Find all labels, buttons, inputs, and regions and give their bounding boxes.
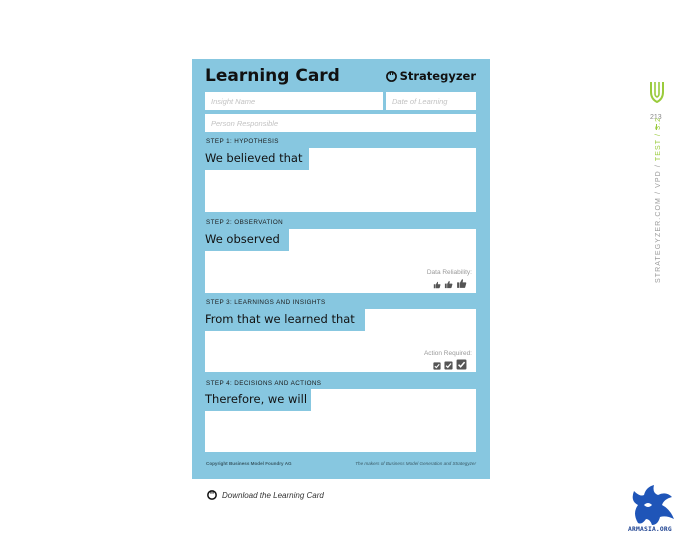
section-breadcrumb: STRATEGYZER.COM / VPD / TEST / 3.2 [655, 117, 662, 283]
step-3-label: STEP 3: LEARNINGS AND INSIGHTS [206, 299, 326, 306]
thumbs-up-medium-icon[interactable] [444, 280, 453, 289]
brand-name: Strategyzer [399, 69, 476, 83]
strategyzer-download-icon [207, 490, 217, 500]
hypothesis-box[interactable]: We believed that [205, 148, 476, 212]
observation-box[interactable]: We observed Data Reliability: [205, 229, 476, 293]
download-learning-card-link[interactable]: Download the Learning Card [207, 490, 324, 500]
decisions-heading-tab: Therefore, we will [205, 389, 311, 411]
step-4-label: STEP 4: DECISIONS AND ACTIONS [206, 380, 322, 387]
insight-name-field[interactable]: Insight Name [205, 92, 383, 110]
action-required-rating [433, 359, 467, 370]
test-tube-icon [650, 82, 664, 103]
step-2-label: STEP 2: OBSERVATION [206, 219, 284, 226]
learnings-heading: From that we learned that [205, 312, 355, 326]
copyright-text: Copyright Business Model Foundry AG [206, 461, 292, 466]
observation-heading-tab: We observed [205, 229, 289, 251]
card-title: Learning Card [205, 66, 340, 86]
download-label: Download the Learning Card [222, 490, 324, 500]
breadcrumb-current: TEST / 3.2 [655, 116, 662, 162]
watermark-text: ARMASIA.ORG [628, 526, 672, 533]
learnings-box[interactable]: From that we learned that Action Require… [205, 309, 476, 372]
decisions-heading: Therefore, we will [205, 392, 308, 406]
checkbox-small-icon[interactable] [433, 362, 441, 370]
makers-text: The makers of Business Model Generation … [355, 461, 476, 466]
checkbox-large-icon[interactable] [456, 359, 467, 370]
thumbs-up-large-icon[interactable] [456, 278, 467, 289]
decisions-box[interactable]: Therefore, we will [205, 389, 476, 452]
thumbs-up-small-icon[interactable] [433, 281, 441, 289]
checkbox-medium-icon[interactable] [444, 361, 453, 370]
data-reliability-label: Data Reliability: [426, 269, 472, 276]
observation-heading: We observed [205, 232, 280, 246]
hypothesis-heading-tab: We believed that [205, 148, 309, 170]
learning-card: Learning Card Strategyzer Insight Name D… [192, 59, 490, 479]
data-reliability-rating [433, 278, 467, 289]
date-of-learning-field[interactable]: Date of Learning [386, 92, 476, 110]
action-required-label: Action Required: [423, 350, 472, 357]
hypothesis-heading: We believed that [205, 151, 303, 165]
step-1-label: STEP 1: HYPOTHESIS [206, 138, 279, 145]
breadcrumb-path: STRATEGYZER.COM / VPD / [655, 161, 662, 283]
armasia-logo-icon [632, 485, 674, 525]
learnings-heading-tab: From that we learned that [205, 309, 365, 331]
person-responsible-field[interactable]: Person Responsible [205, 114, 476, 132]
strategyzer-brand: Strategyzer [385, 69, 476, 83]
strategyzer-logo-icon [385, 70, 397, 82]
